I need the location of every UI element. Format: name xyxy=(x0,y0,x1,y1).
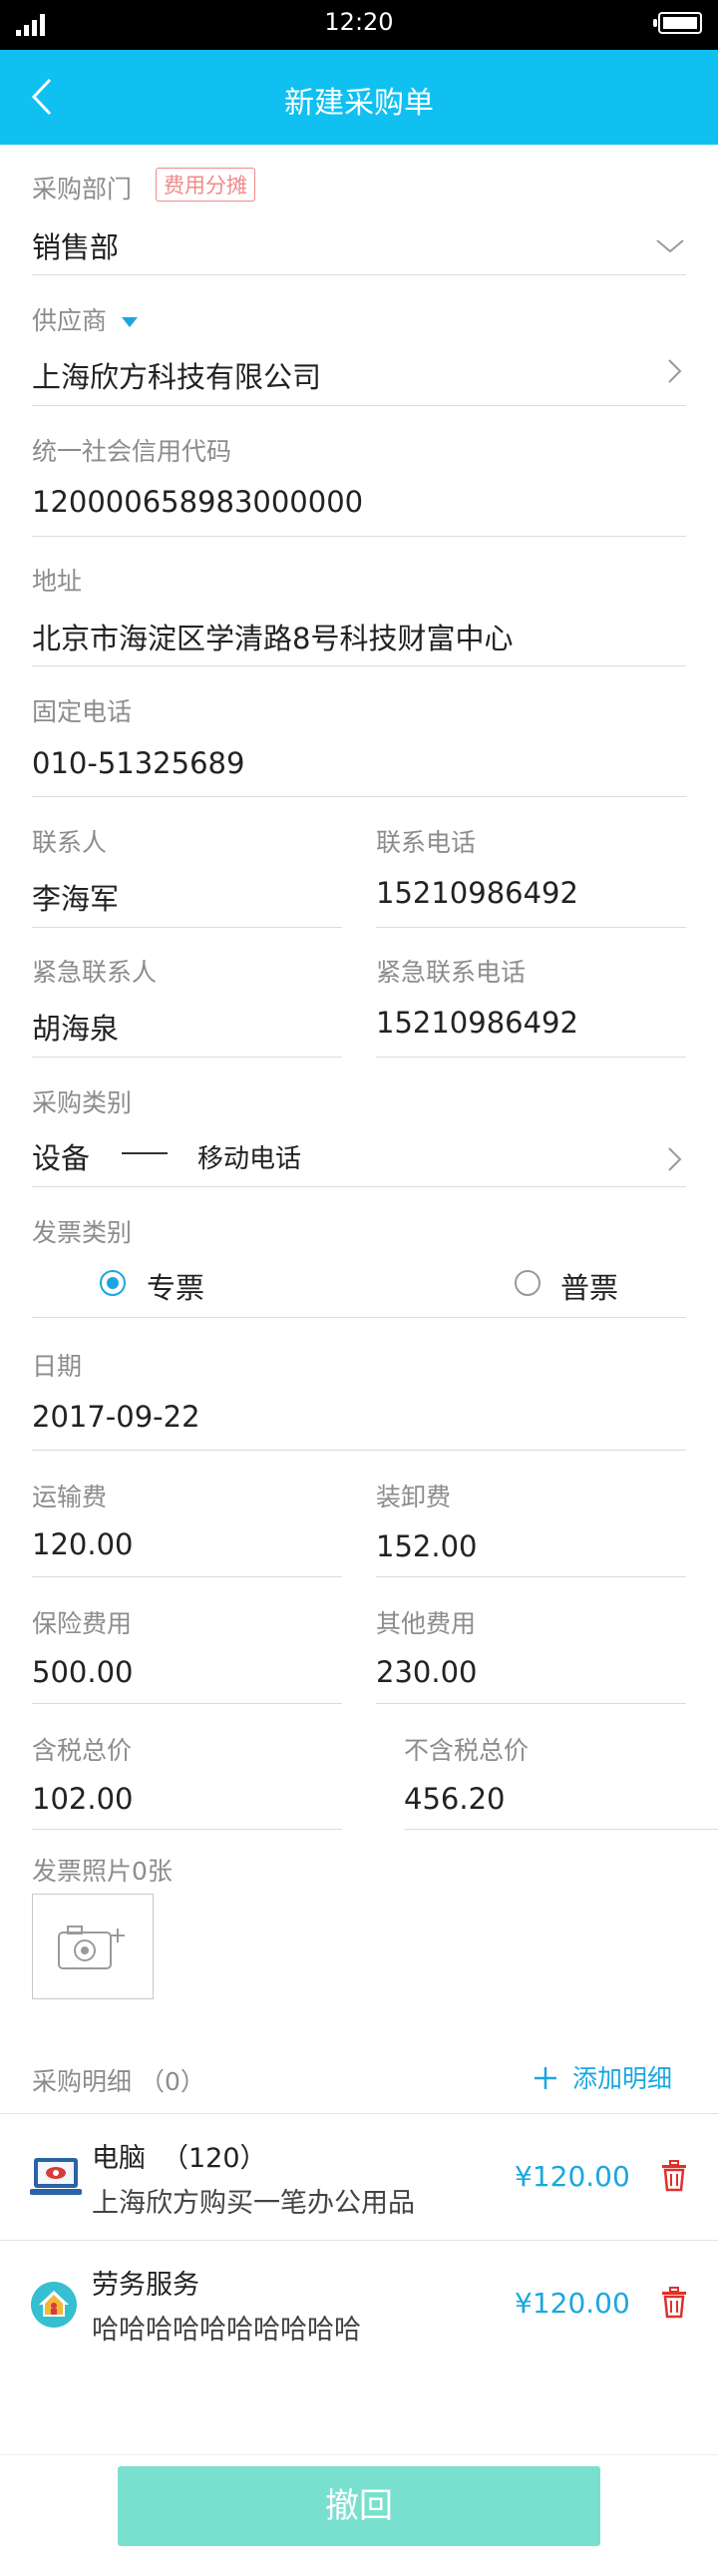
credit-code-label: 统一社会信用代码 xyxy=(32,437,232,466)
emergency-phone-label: 紧急联系电话 xyxy=(376,958,527,987)
add-photo-button[interactable] xyxy=(32,1894,154,1999)
trash-icon[interactable] xyxy=(660,2287,688,2319)
contact-phone-label: 联系电话 xyxy=(376,828,477,857)
emergency-contact-label: 紧急联系人 xyxy=(32,958,158,987)
invoice-type-label: 发票类别 xyxy=(32,1218,133,1247)
radio-checked-icon xyxy=(100,1270,126,1296)
invoice-normal-radio[interactable] xyxy=(515,1270,540,1296)
cost-split-tag[interactable]: 费用分摊 xyxy=(156,168,255,202)
item-desc: 上海欣方购买一笔办公用品 xyxy=(92,2188,415,2219)
emergency-contact-value[interactable]: 胡海泉 xyxy=(32,1006,119,1048)
other-fee-label: 其他费用 xyxy=(376,1609,477,1638)
divider xyxy=(376,927,686,928)
status-bar: 12:20 xyxy=(0,0,718,50)
supplier-value[interactable]: 上海欣方科技有限公司 xyxy=(32,354,321,396)
contact-value[interactable]: 李海军 xyxy=(32,876,119,918)
divider xyxy=(32,1317,686,1318)
insurance-value[interactable]: 500.00 xyxy=(32,1655,133,1689)
insurance-label: 保险费用 xyxy=(32,1609,133,1638)
laptop-icon xyxy=(30,2158,82,2195)
plus-icon xyxy=(535,2067,556,2089)
divider xyxy=(32,1057,342,1058)
dash-separator xyxy=(122,1152,168,1154)
divider xyxy=(32,1450,686,1451)
divider xyxy=(32,1186,686,1187)
tax-total-label: 含税总价 xyxy=(32,1736,133,1765)
handling-label: 装卸费 xyxy=(376,1483,452,1511)
list-item[interactable]: 电脑 （120） 上海欣方购买一笔办公用品 ¥120.00 xyxy=(0,2114,718,2240)
divider xyxy=(32,927,342,928)
purchase-subtype-value[interactable]: 移动电话 xyxy=(197,1138,301,1175)
item-qty: （120） xyxy=(162,2143,267,2174)
freight-value[interactable]: 120.00 xyxy=(32,1527,133,1561)
camera-add-icon xyxy=(58,1926,125,1969)
purchase-type-value[interactable]: 设备 xyxy=(32,1135,90,1177)
list-item[interactable]: 劳务服务 哈哈哈哈哈哈哈哈哈哈 ¥120.00 xyxy=(0,2241,718,2366)
page-title: 新建采购单 xyxy=(284,86,434,121)
credit-code-value[interactable]: 120000658983000000 xyxy=(32,485,363,519)
add-detail-button[interactable]: 添加明细 xyxy=(533,2059,672,2095)
invoice-special-label[interactable]: 专票 xyxy=(147,1265,204,1307)
item-desc: 哈哈哈哈哈哈哈哈哈哈 xyxy=(92,2315,361,2346)
battery-icon xyxy=(653,12,702,34)
divider xyxy=(32,405,686,406)
divider xyxy=(32,665,686,666)
caret-down-icon[interactable] xyxy=(120,315,140,329)
dept-label: 采购部门 xyxy=(32,175,133,204)
divider xyxy=(404,1829,718,1830)
item-name: 电脑 xyxy=(92,2143,146,2174)
supplier-label: 供应商 xyxy=(32,306,108,335)
emergency-phone-value[interactable]: 15210986492 xyxy=(376,1006,578,1040)
chevron-right-icon[interactable] xyxy=(660,357,688,385)
contact-label: 联系人 xyxy=(32,828,108,857)
item-title: 电脑 （120） xyxy=(92,2136,267,2175)
purchase-type-label: 采购类别 xyxy=(32,1088,133,1117)
navigation-header: 新建采购单 xyxy=(0,50,718,145)
add-detail-label: 添加明细 xyxy=(572,2064,673,2093)
item-price: ¥120.00 xyxy=(515,2160,630,2193)
withdraw-button[interactable]: 撤回 xyxy=(118,2466,600,2546)
tax-total-value[interactable]: 102.00 xyxy=(32,1782,133,1816)
divider xyxy=(376,1703,686,1704)
chevron-right-icon[interactable] xyxy=(660,1145,688,1173)
divider xyxy=(32,796,686,797)
no-tax-total-label: 不含税总价 xyxy=(404,1736,530,1765)
divider xyxy=(32,1576,342,1577)
address-label: 地址 xyxy=(32,567,83,596)
divider xyxy=(376,1057,686,1058)
chevron-down-icon[interactable] xyxy=(654,233,686,257)
dept-value[interactable]: 销售部 xyxy=(32,224,119,266)
status-time: 12:20 xyxy=(324,8,394,36)
phone-label: 固定电话 xyxy=(32,697,133,726)
house-icon xyxy=(31,2282,77,2328)
address-value[interactable]: 北京市海淀区学清路8号科技财富中心 xyxy=(32,616,513,657)
divider xyxy=(376,1576,686,1577)
trash-icon[interactable] xyxy=(660,2160,688,2192)
details-title: 采购明细 xyxy=(32,2067,133,2096)
invoice-normal-label[interactable]: 普票 xyxy=(560,1265,618,1307)
other-fee-value[interactable]: 230.00 xyxy=(376,1655,477,1689)
contact-phone-value[interactable]: 15210986492 xyxy=(376,876,578,910)
no-tax-total-value[interactable]: 456.20 xyxy=(404,1782,505,1816)
item-name: 劳务服务 xyxy=(92,2270,199,2301)
divider xyxy=(32,274,686,275)
date-label: 日期 xyxy=(32,1352,83,1381)
divider xyxy=(32,1829,342,1830)
freight-label: 运输费 xyxy=(32,1483,108,1511)
item-price: ¥120.00 xyxy=(515,2287,630,2320)
phone-value[interactable]: 010-51325689 xyxy=(32,746,244,780)
date-value[interactable]: 2017-09-22 xyxy=(32,1400,200,1434)
divider xyxy=(32,536,686,537)
details-label: 采购明细 （0） xyxy=(32,2062,205,2098)
handling-value[interactable]: 152.00 xyxy=(376,1529,477,1563)
details-count: （0） xyxy=(140,2067,205,2096)
divider xyxy=(32,1703,342,1704)
invoice-photos-label: 发票照片0张 xyxy=(32,1857,173,1886)
